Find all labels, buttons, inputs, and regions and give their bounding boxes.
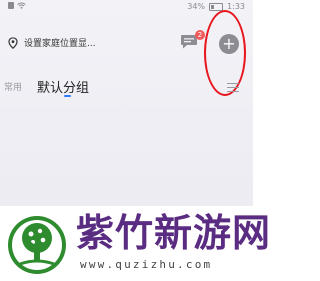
group-tabs: 常用 默认分组 (0, 76, 253, 100)
battery-icon (209, 2, 224, 11)
notification-icon (8, 2, 14, 9)
tab-default-group[interactable]: 默认分组 (37, 77, 89, 96)
status-right: 34% 1:33 (187, 2, 245, 11)
watermark-brand-name: 紫竹新游网 (76, 211, 272, 255)
clock-time: 1:33 (227, 2, 245, 11)
watermark-url: www.quzizhu.com (80, 258, 213, 271)
messages-button[interactable]: 2 (180, 30, 205, 54)
message-count-badge: 2 (195, 30, 205, 40)
location-pin-icon (8, 36, 18, 49)
tab-common[interactable]: 常用 (4, 80, 22, 93)
status-bar: 34% 1:33 (0, 0, 253, 14)
tree-logo-icon (8, 216, 66, 274)
wifi-icon (17, 2, 26, 9)
app-screen: 34% 1:33 设置家庭位置显... 2 + 常用 默认分组 (0, 0, 253, 206)
location-text: 设置家庭位置显... (24, 39, 96, 49)
location-selector[interactable]: 设置家庭位置显... (8, 36, 96, 49)
hamburger-menu-icon[interactable] (227, 83, 239, 92)
battery-percent: 34% (187, 2, 206, 11)
active-tab-indicator (64, 95, 71, 97)
status-left-icons (8, 2, 26, 9)
